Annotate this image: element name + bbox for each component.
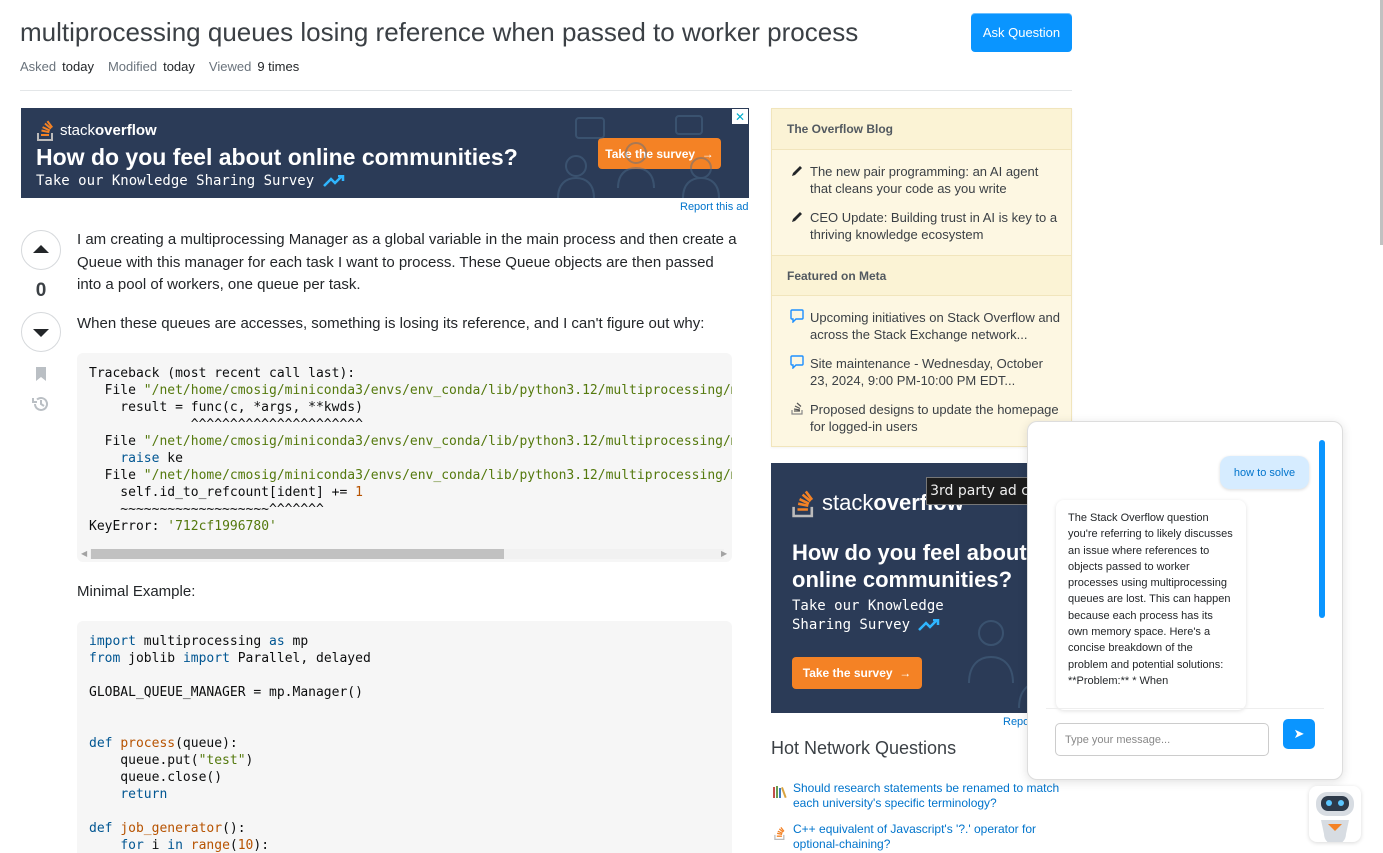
viewed-label: Viewed <box>208 59 252 74</box>
modified-label: Modified <box>107 59 158 74</box>
trend-up-icon <box>322 174 344 187</box>
chat-scrollbar[interactable] <box>1319 440 1325 618</box>
trend-up-icon <box>918 618 940 631</box>
robot-icon <box>1316 792 1354 845</box>
question-body-paragraph: Minimal Example: <box>77 583 196 600</box>
meta-item[interactable]: Site maintenance - Wednesday, October 23… <box>810 355 1060 389</box>
downvote-button[interactable] <box>21 312 61 352</box>
asked-label: Asked <box>20 59 57 74</box>
question-body-paragraph: I am creating a multiprocessing Manager … <box>77 231 737 293</box>
send-icon: ➤ <box>1293 726 1305 741</box>
chat-widget: how to solve The Stack Overflow question… <box>1027 421 1343 780</box>
stackoverflow-logo-icon <box>792 490 814 518</box>
pencil-icon <box>792 166 802 176</box>
example-code-block[interactable]: import multiprocessing as mp from joblib… <box>77 621 732 853</box>
vote-count: 0 <box>35 280 47 301</box>
chat-message-input[interactable] <box>1055 723 1269 756</box>
chatbot-launcher-button[interactable] <box>1309 786 1361 845</box>
header-divider <box>20 90 1072 91</box>
top-ad-banner[interactable]: stackoverflow How do you feel about onli… <box>21 108 749 198</box>
upvote-button[interactable] <box>21 230 61 270</box>
ad-cta-button[interactable]: Take the survey → <box>792 657 922 689</box>
stackoverflow-site-icon <box>774 826 785 840</box>
bookmark-icon <box>36 367 46 381</box>
ad-subline: Take our Knowledge Sharing Survey <box>36 173 345 189</box>
speech-bubble-icon <box>790 355 804 369</box>
history-icon <box>32 396 48 411</box>
code-horizontal-scrollbar[interactable]: ◀ ▶ <box>77 545 732 562</box>
blog-item[interactable]: The new pair programming: an AI agent th… <box>810 163 1060 197</box>
scroll-right-icon[interactable]: ▶ <box>721 549 727 558</box>
downvote-icon <box>33 329 49 337</box>
ad-illustration <box>557 115 720 198</box>
report-ad-link[interactable]: Report this ad <box>680 201 748 213</box>
hot-network-question-link[interactable]: C++ equivalent of Javascript's '?.' oper… <box>793 822 1073 852</box>
meta-section-header: Featured on Meta <box>772 255 1071 296</box>
meta-item[interactable]: Upcoming initiatives on Stack Overflow a… <box>810 309 1060 343</box>
traceback-code-block[interactable]: Traceback (most recent call last): File … <box>77 353 732 545</box>
ask-question-button[interactable]: Ask Question <box>971 13 1072 52</box>
stackoverflow-logo-icon <box>37 120 53 141</box>
pencil-icon <box>792 212 802 222</box>
question-title[interactable]: multiprocessing queues losing reference … <box>20 16 950 48</box>
modified-value[interactable]: today <box>163 59 195 74</box>
history-button[interactable] <box>31 394 51 414</box>
blog-item[interactable]: CEO Update: Building trust in AI is key … <box>810 209 1060 243</box>
upvote-icon <box>33 245 49 253</box>
scrollbar-thumb[interactable] <box>91 549 504 559</box>
speech-bubble-icon <box>790 309 804 323</box>
stack-exchange-icon <box>791 402 803 415</box>
arrow-right-icon: → <box>899 666 912 680</box>
chat-bot-message: The Stack Overflow question you're refer… <box>1056 500 1246 710</box>
stackoverflow-logo: stackoverflow <box>36 119 157 141</box>
viewed-value: 9 times <box>257 59 300 74</box>
report-ad-link[interactable]: Repo <box>1003 716 1029 728</box>
blog-section-header: The Overflow Blog <box>772 109 1071 150</box>
hot-network-questions-header: Hot Network Questions <box>771 738 957 758</box>
question-meta: Asked today Modified today Viewed 9 times <box>20 59 299 74</box>
asked-value: today <box>62 59 94 74</box>
ad-close-icon[interactable]: ✕ <box>732 109 748 124</box>
question-body-paragraph: When these queues are accesses, somethin… <box>77 315 705 332</box>
hot-network-question-link[interactable]: Should research statements be renamed to… <box>793 781 1073 811</box>
chat-user-message: how to solve <box>1220 456 1309 489</box>
meta-item[interactable]: Proposed designs to update the homepage … <box>810 401 1060 435</box>
scroll-left-icon[interactable]: ◀ <box>81 549 87 558</box>
academia-site-icon <box>773 786 787 799</box>
sidebar-widget: The Overflow Blog The new pair programmi… <box>771 108 1072 447</box>
chat-send-button[interactable]: ➤ <box>1283 719 1315 749</box>
bookmark-button[interactable] <box>31 364 51 384</box>
ad-headline: How do you feel about online communities… <box>36 144 518 170</box>
